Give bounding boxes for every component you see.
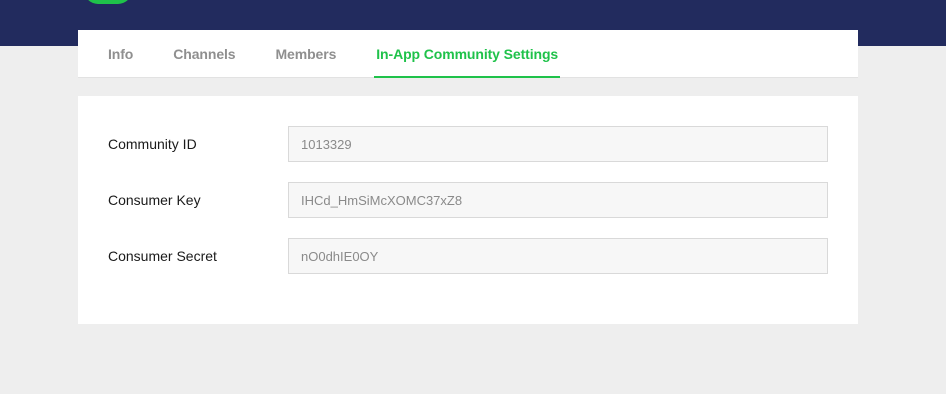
tab-channels[interactable]: Channels [173,30,235,77]
community-id-row: Community ID [108,126,828,162]
consumer-key-field[interactable] [288,182,828,218]
community-id-label: Community ID [108,136,197,152]
tab-info[interactable]: Info [108,30,133,77]
tab-members[interactable]: Members [275,30,336,77]
consumer-secret-row: Consumer Secret [108,238,828,274]
consumer-secret-label: Consumer Secret [108,248,217,264]
community-id-field[interactable] [288,126,828,162]
consumer-key-row: Consumer Key [108,182,828,218]
community-settings-panel: Community ID Consumer Key Consumer Secre… [78,96,858,324]
tab-bar: Info Channels Members In-App Community S… [78,30,858,78]
logo [84,0,132,4]
tab-in-app-community-settings[interactable]: In-App Community Settings [374,30,560,78]
consumer-key-label: Consumer Key [108,192,201,208]
consumer-secret-field[interactable] [288,238,828,274]
